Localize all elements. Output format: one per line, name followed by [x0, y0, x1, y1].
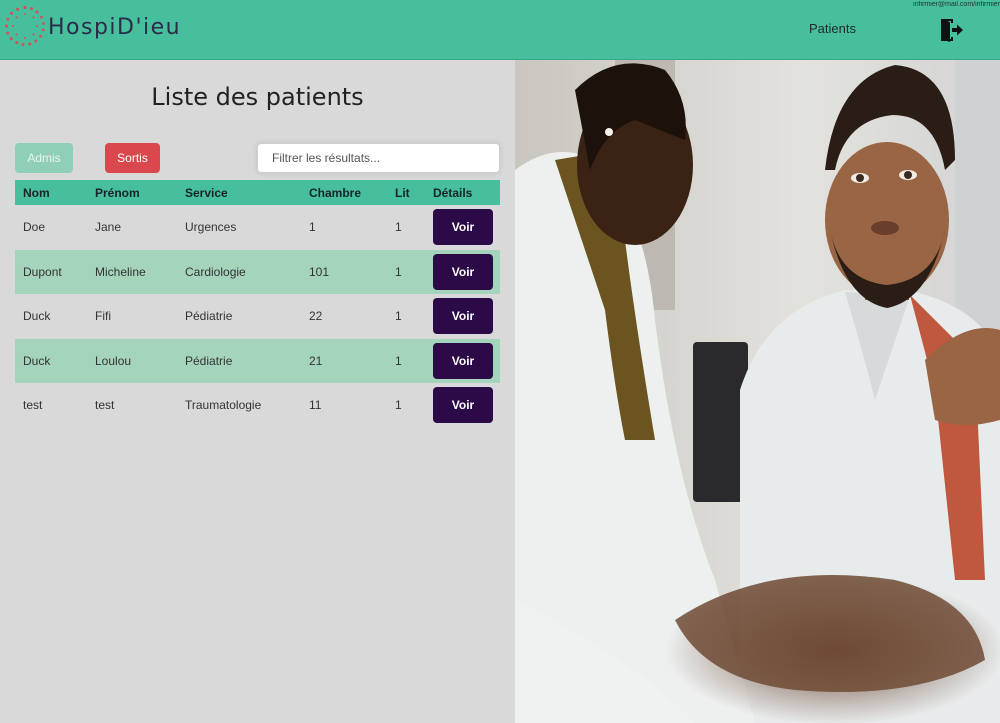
cell-details: Voir [425, 294, 500, 339]
patients-table: Nom Prénom Service Chambre Lit Détails D… [15, 180, 500, 428]
cell-prenom: Fifi [95, 309, 111, 324]
nav-patients-link[interactable]: Patients [809, 21, 856, 36]
voir-button[interactable]: Voir [433, 342, 493, 379]
table-row: Dupont Micheline Cardiologie 101 1 Voir [15, 249, 500, 294]
cell-details: Voir [425, 383, 500, 428]
table-row: Duck Fifi Pédiatrie 22 1 Voir [15, 294, 500, 339]
logout-door-icon[interactable] [939, 17, 965, 43]
voir-button[interactable]: Voir [433, 253, 493, 290]
cell-nom: test [23, 398, 43, 413]
cell-service: Traumatologie [185, 398, 262, 413]
brand-name: HospiD'ieu [48, 14, 182, 40]
column-header-lit[interactable]: Lit [387, 180, 425, 205]
cell-lit: 1 [387, 338, 425, 383]
cell-chambre: 22 [309, 309, 323, 324]
user-identity: infirmier@mail.com/infirmier [913, 1, 1000, 8]
cell-nom: Dupont [15, 249, 87, 294]
cell-chambre: 1 [309, 220, 316, 235]
cell-nom: Duck [23, 309, 51, 324]
top-navbar: HospiD'ieu infirmier@mail.com/infirmier … [0, 0, 1000, 60]
cell-lit: 1 [387, 249, 425, 294]
cell-nom: Duck [15, 338, 87, 383]
cell-details: Voir [425, 338, 500, 383]
cell-prenom: Loulou [87, 338, 177, 383]
column-header-details[interactable]: Détails [425, 180, 500, 205]
cell-service: Pédiatrie [177, 338, 301, 383]
voir-button[interactable]: Voir [433, 387, 493, 424]
voir-button[interactable]: Voir [433, 209, 493, 246]
admis-filter-button[interactable]: Admis [15, 143, 73, 173]
column-header-chambre[interactable]: Chambre [301, 180, 387, 205]
search-input[interactable] [257, 143, 500, 173]
column-header-service[interactable]: Service [177, 180, 301, 205]
cell-chambre: 11 [309, 398, 322, 413]
column-header-prenom[interactable]: Prénom [87, 180, 177, 205]
patients-panel: Liste des patients Admis Sortis Nom Prén… [0, 60, 515, 723]
logo-dots-icon [4, 5, 45, 46]
cell-service: Cardiologie [177, 249, 301, 294]
cell-nom: Doe [23, 220, 46, 235]
table-row: Duck Loulou Pédiatrie 21 1 Voir [15, 338, 500, 383]
table-header-row: Nom Prénom Service Chambre Lit Détails [15, 180, 500, 205]
cell-service: Pédiatrie [185, 309, 233, 324]
cell-details: Voir [425, 249, 500, 294]
table-row: test test Traumatologie 11 1 Voir [15, 383, 500, 428]
cell-prenom: Micheline [87, 249, 177, 294]
cell-service: Urgences [185, 220, 237, 235]
voir-button[interactable]: Voir [433, 298, 493, 335]
cell-lit: 1 [395, 398, 402, 413]
table-row: Doe Jane Urgences 1 1 Voir [15, 205, 500, 250]
column-header-nom[interactable]: Nom [15, 180, 87, 205]
sortis-filter-button[interactable]: Sortis [105, 143, 160, 173]
cell-chambre: 101 [301, 249, 387, 294]
cell-details: Voir [425, 205, 500, 250]
brand-logo[interactable]: HospiD'ieu [4, 4, 181, 48]
cell-prenom: Jane [95, 220, 122, 235]
page-title: Liste des patients [151, 83, 364, 111]
hero-photo [515, 60, 1000, 723]
doctors-photo-illustration [515, 60, 1000, 723]
cell-chambre: 21 [301, 338, 387, 383]
cell-prenom: test [95, 398, 115, 413]
cell-lit: 1 [395, 309, 402, 324]
cell-lit: 1 [395, 220, 402, 235]
